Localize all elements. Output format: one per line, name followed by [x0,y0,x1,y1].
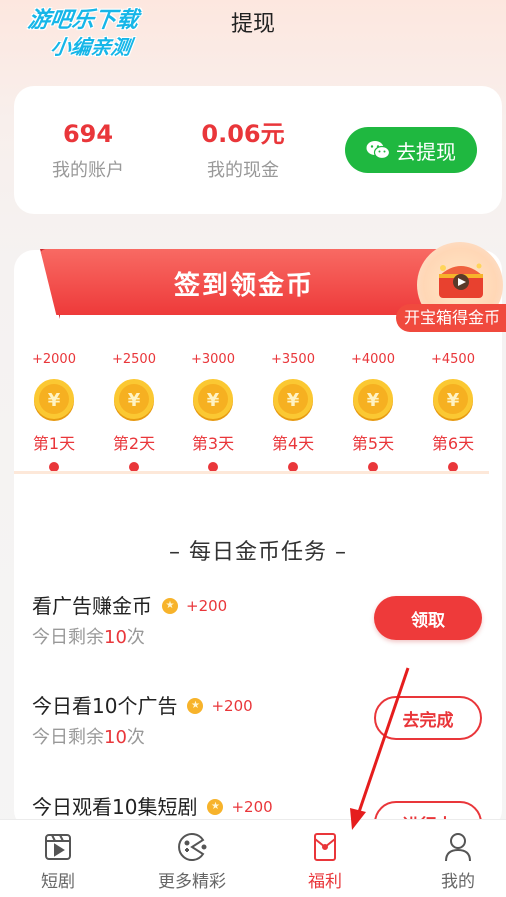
task-row-watch-ad: 看广告赚金币 +200 今日剩余10次 领取 [32,592,482,672]
nav-label: 我的 [441,872,475,892]
day-label: 第6天 [431,434,475,453]
day-reward: +3500 [271,352,315,367]
svg-text:¥: ¥ [447,390,460,411]
withdraw-button-label: 去提现 [396,139,456,164]
coin-star-icon [162,598,178,614]
coin-icon: ¥ [32,378,76,422]
task-reward: +200 [231,798,273,816]
go-complete-button[interactable]: 去完成 [374,696,482,740]
checkin-day-3[interactable]: +3000 ¥ 第3天 [181,350,245,472]
nav-item-welfare[interactable]: 福利 [275,830,375,892]
checkin-day-5[interactable]: +4000 ¥ 第5天 [341,350,405,472]
coin-icon: ¥ [431,378,475,422]
day-reward: +2000 [32,352,76,367]
day-label: 第2天 [112,434,156,453]
nav-item-shorts[interactable]: 短剧 [8,830,108,892]
task-name: 今日观看10集短剧 [32,795,198,819]
svg-text:¥: ¥ [367,390,380,411]
coin-icon: ¥ [191,378,235,422]
day-reward: +2500 [112,352,156,367]
coin-icon: ¥ [271,378,315,422]
page-title: 提现 [230,12,275,37]
account-balance-label: 我的账户 [52,160,124,181]
claim-button[interactable]: 领取 [374,596,482,640]
coin-icon: ¥ [112,378,156,422]
day-label: 第4天 [271,434,315,453]
nav-label: 福利 [308,872,342,892]
day-reward: +3000 [191,352,235,367]
checkin-days: +2000 ¥ 第1天 +2500 ¥ 第2天 +3000 ¥ 第3天 +350… [14,350,502,480]
cash-value: 0.06元 [201,120,285,148]
account-card: 694 我的账户 0.06元 我的现金 去提现 [14,86,502,214]
cash-stat: 0.06元 我的现金 [182,120,304,182]
nav-label: 短剧 [41,872,75,892]
checkin-day-1[interactable]: +2000 ¥ 第1天 [22,350,86,472]
day-reward: +4500 [431,352,475,367]
account-balance-value: 694 [62,120,114,148]
game-pacman-icon [178,833,207,861]
svg-text:¥: ¥ [207,390,220,411]
checkin-day-6[interactable]: +4500 ¥ 第6天 [421,350,485,472]
withdraw-button[interactable]: 去提现 [345,127,477,173]
checkin-day-4[interactable]: +3500 ¥ 第4天 [261,350,325,472]
coin-icon: ¥ [351,378,395,422]
task-name: 看广告赚金币 [32,594,152,618]
task-reward: +200 [186,597,228,615]
checkin-title: 签到领金币 [173,271,314,301]
bottom-nav: 短剧 更多精彩 福利 我的 [0,819,506,897]
checkin-progress-line [14,471,489,474]
task-name: 今日看10个广告 [32,694,178,718]
nav-item-me[interactable]: 我的 [408,830,506,892]
treasure-chest-icon [439,263,483,298]
task-reward: +200 [211,697,253,715]
day-label: 第5天 [351,434,395,453]
person-icon [445,833,471,862]
nav-label: 更多精彩 [158,872,226,892]
task-row-watch-10-ads: 今日看10个广告 +200 今日剩余10次 去完成 [32,692,482,772]
red-envelope-icon [314,833,336,861]
svg-text:¥: ¥ [287,390,300,411]
treasure-label[interactable]: 开宝箱得金币 [396,304,506,332]
video-clapper-icon [45,834,71,860]
day-reward: +4000 [351,352,395,367]
svg-text:¥: ¥ [48,390,61,411]
svg-text:¥: ¥ [128,390,141,411]
nav-item-more[interactable]: 更多精彩 [142,830,242,892]
wechat-icon [366,141,390,160]
day-label: 第3天 [191,434,235,453]
day-label: 第1天 [32,434,76,453]
coin-star-icon [187,698,204,714]
coin-star-icon [207,799,224,815]
daily-tasks-header: – 每日金币任务 – [169,540,347,565]
cash-label: 我的现金 [207,160,279,181]
checkin-day-2[interactable]: +2500 ¥ 第2天 [102,350,166,472]
checkin-banner: 签到领金币 [40,249,448,319]
account-balance-stat: 694 我的账户 [42,120,134,182]
